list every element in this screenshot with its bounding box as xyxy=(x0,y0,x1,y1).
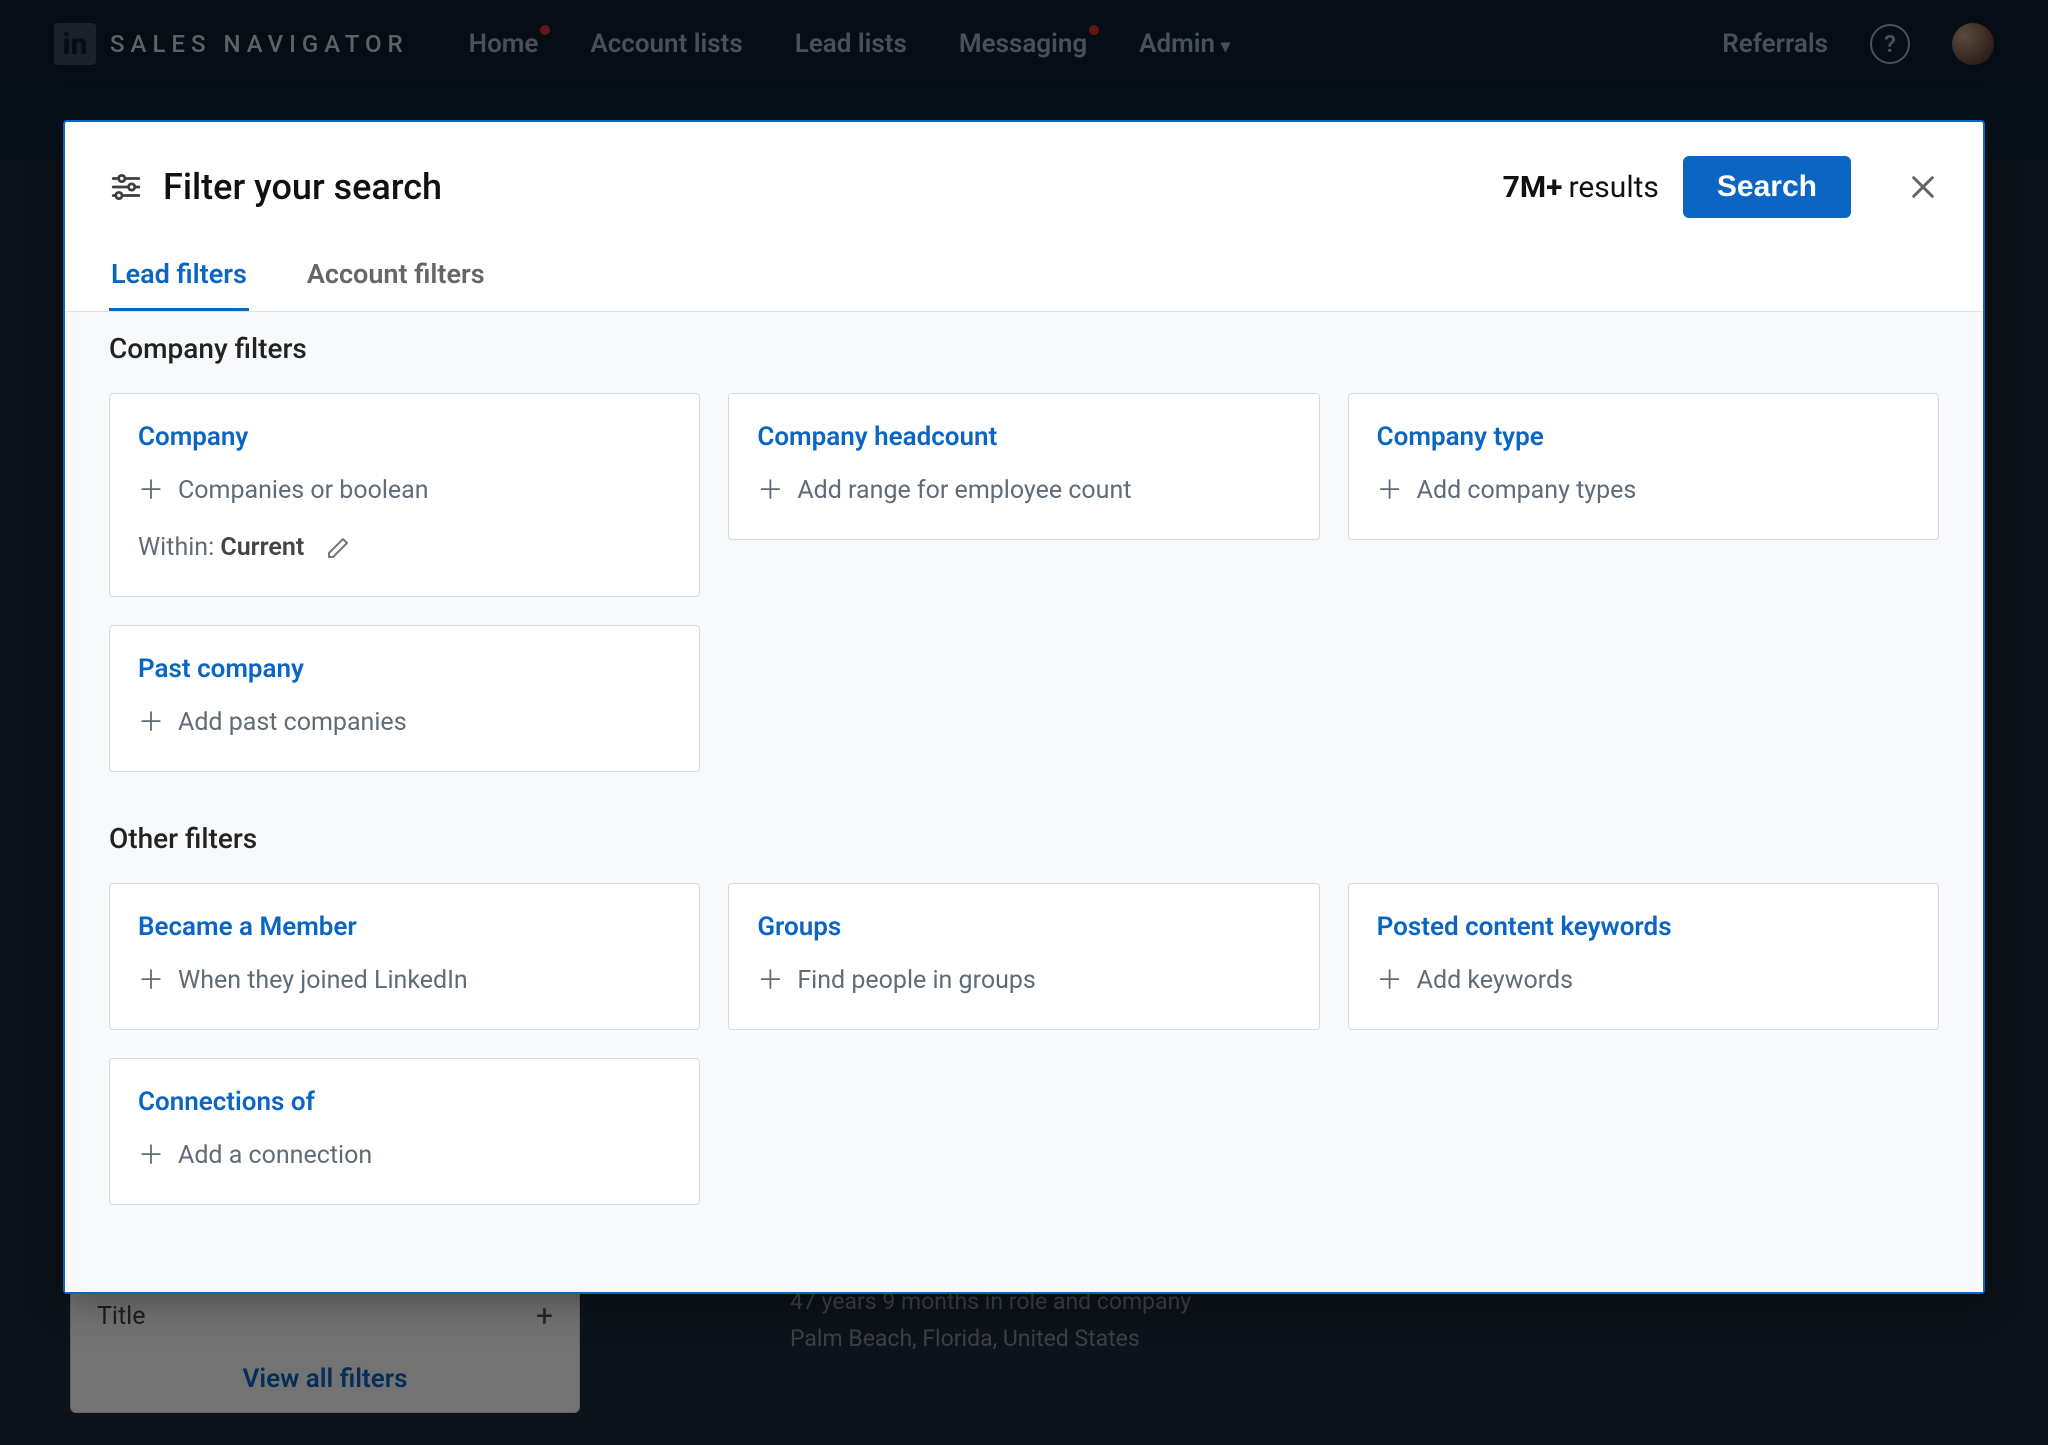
card-title: Posted content keywords xyxy=(1377,912,1910,942)
filter-card-became-member[interactable]: Became a Member ＋ When they joined Linke… xyxy=(109,883,700,1030)
add-became-member-line[interactable]: ＋ When they joined LinkedIn xyxy=(138,966,671,995)
plus-icon: ＋ xyxy=(138,478,164,504)
plus-icon: ＋ xyxy=(757,478,783,504)
filter-modal: Filter your search 7M+results Search Lea… xyxy=(63,120,1985,1294)
card-title: Became a Member xyxy=(138,912,671,942)
add-company-type-line[interactable]: ＋ Add company types xyxy=(1377,476,1910,505)
result-count-number: 7M+ xyxy=(1503,170,1563,205)
plus-icon: ＋ xyxy=(138,968,164,994)
card-hint: Add a connection xyxy=(178,1141,372,1170)
add-connections-of-line[interactable]: ＋ Add a connection xyxy=(138,1141,671,1170)
filter-card-connections-of[interactable]: Connections of ＋ Add a connection xyxy=(109,1058,700,1205)
add-past-company-line[interactable]: ＋ Add past companies xyxy=(138,708,671,737)
sliders-icon xyxy=(109,170,143,204)
filter-card-company-type[interactable]: Company type ＋ Add company types xyxy=(1348,393,1939,540)
within-value: Current xyxy=(220,533,304,562)
plus-icon: ＋ xyxy=(757,968,783,994)
modal-body: Company filters Company ＋ Companies or b… xyxy=(65,312,1983,1292)
section-other-filters: Other filters xyxy=(109,822,1939,855)
company-within-line[interactable]: Within: Current xyxy=(138,533,671,562)
filter-card-company[interactable]: Company ＋ Companies or boolean Within: C… xyxy=(109,393,700,597)
close-icon[interactable] xyxy=(1907,171,1939,203)
card-title: Connections of xyxy=(138,1087,671,1117)
pencil-icon[interactable] xyxy=(326,536,350,560)
result-count-label: results xyxy=(1569,170,1659,205)
plus-icon: ＋ xyxy=(138,710,164,736)
section-company-filters: Company filters xyxy=(109,332,1939,365)
modal-tabs: Lead filters Account filters xyxy=(65,246,1983,312)
filter-card-company-headcount[interactable]: Company headcount ＋ Add range for employ… xyxy=(728,393,1319,540)
card-hint: Add keywords xyxy=(1417,966,1573,995)
modal-title: Filter your search xyxy=(163,166,442,208)
tab-lead-filters[interactable]: Lead filters xyxy=(109,246,249,311)
search-button[interactable]: Search xyxy=(1683,156,1851,218)
add-headcount-line[interactable]: ＋ Add range for employee count xyxy=(757,476,1290,505)
tab-account-filters[interactable]: Account filters xyxy=(305,246,487,311)
card-hint: Add past companies xyxy=(178,708,407,737)
card-title: Company xyxy=(138,422,671,452)
add-posted-keywords-line[interactable]: ＋ Add keywords xyxy=(1377,966,1910,995)
filter-card-past-company[interactable]: Past company ＋ Add past companies xyxy=(109,625,700,772)
within-label: Within: xyxy=(138,533,214,562)
plus-icon: ＋ xyxy=(138,1143,164,1169)
card-title: Groups xyxy=(757,912,1290,942)
card-hint: When they joined LinkedIn xyxy=(178,966,468,995)
card-hint: Companies or boolean xyxy=(178,476,429,505)
card-hint: Find people in groups xyxy=(797,966,1035,995)
plus-icon: ＋ xyxy=(1377,478,1403,504)
card-title: Company type xyxy=(1377,422,1910,452)
card-title: Company headcount xyxy=(757,422,1290,452)
filter-card-posted-keywords[interactable]: Posted content keywords ＋ Add keywords xyxy=(1348,883,1939,1030)
card-title: Past company xyxy=(138,654,671,684)
add-company-line[interactable]: ＋ Companies or boolean xyxy=(138,476,671,505)
filter-card-groups[interactable]: Groups ＋ Find people in groups xyxy=(728,883,1319,1030)
card-hint: Add range for employee count xyxy=(797,476,1131,505)
plus-icon: ＋ xyxy=(1377,968,1403,994)
modal-header: Filter your search 7M+results Search xyxy=(65,122,1983,246)
card-hint: Add company types xyxy=(1417,476,1637,505)
add-groups-line[interactable]: ＋ Find people in groups xyxy=(757,966,1290,995)
result-count: 7M+results xyxy=(1503,170,1659,205)
